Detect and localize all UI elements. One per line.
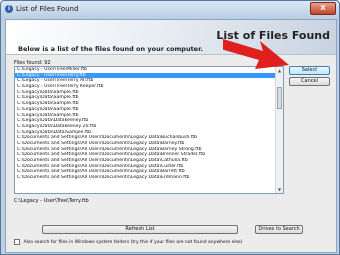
dialog-window: i List of Files Found X List of Files Fo…: [0, 0, 340, 255]
scroll-thumb[interactable]: [277, 87, 282, 109]
red-arrow-icon: [223, 39, 289, 69]
header-subtitle: Below is a list of the files found on yo…: [18, 45, 203, 53]
scroll-down-icon[interactable]: ▼: [276, 186, 283, 193]
selected-path: C:\Legacy - User\Tree\Terry.ftb: [14, 198, 89, 204]
system-folders-checkbox[interactable]: [14, 239, 20, 245]
title-bar[interactable]: i List of Files Found X: [1, 1, 339, 19]
vertical-scrollbar[interactable]: ▲ ▼: [275, 67, 283, 193]
list-item[interactable]: C:\Documents and Settings\All Users\Docu…: [15, 175, 275, 181]
cancel-button[interactable]: Cancel: [289, 77, 330, 86]
file-list-items: C:\Legacy - User\Tree\Miller.ftb C:\Legac…: [15, 67, 275, 181]
window-title: List of Files Found: [16, 5, 79, 13]
refresh-list-button[interactable]: Refresh List: [42, 225, 238, 234]
select-button[interactable]: Select: [289, 66, 330, 75]
system-folders-option[interactable]: Also search for files in Windows system …: [14, 239, 242, 247]
system-folders-label: Also search for files in Windows system …: [23, 239, 243, 245]
close-button[interactable]: X: [310, 2, 336, 15]
drives-to-search-button[interactable]: Drives to Search: [255, 225, 303, 234]
info-icon: i: [5, 5, 13, 13]
file-list[interactable]: C:\Legacy - User\Tree\Miller.ftb C:\Legac…: [14, 66, 284, 194]
red-arrow-shape: [223, 39, 289, 69]
